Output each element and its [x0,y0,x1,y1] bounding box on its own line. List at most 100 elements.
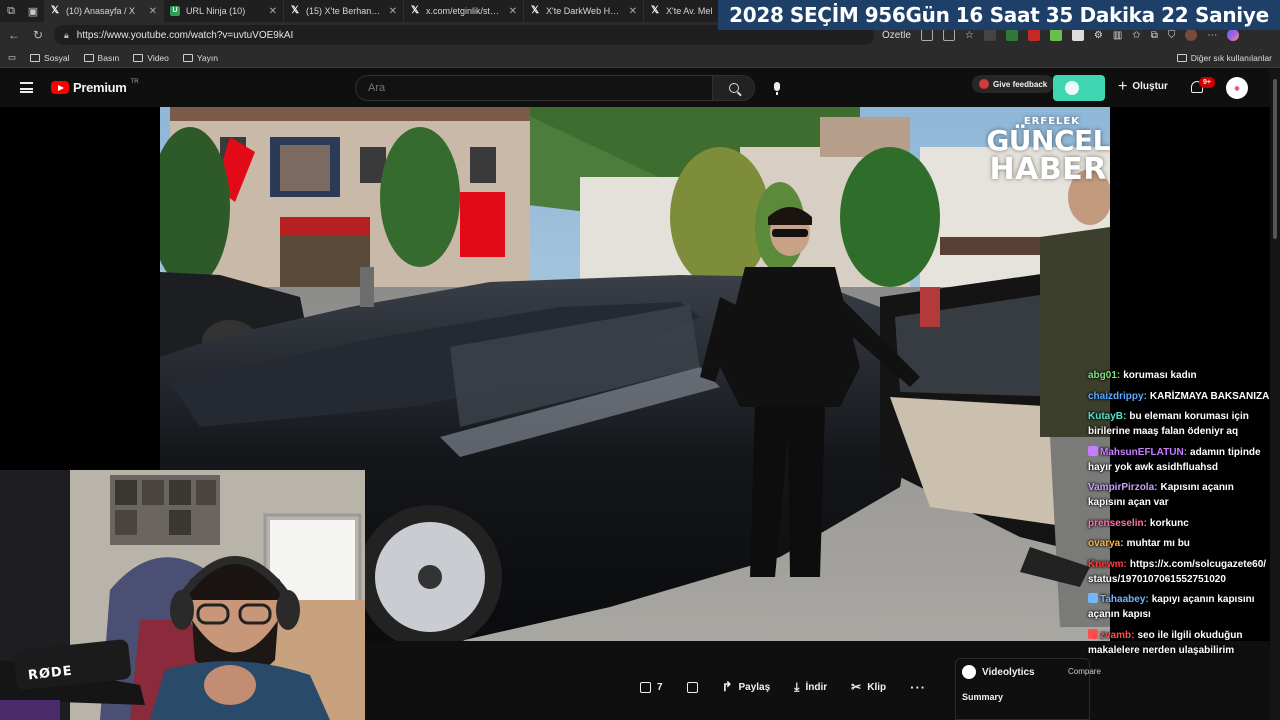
toggle-knob [1065,81,1079,95]
chat-username[interactable]: Knewm: [1088,559,1127,570]
more-options-icon[interactable]: ⋯ [1207,30,1217,41]
favorite-star-icon[interactable]: ☆ [965,30,974,41]
refresh-icon[interactable]: ↻ [30,28,46,42]
browser-tab[interactable]: U URL Ninja (10) ✕ [164,0,284,22]
split-view-icon[interactable]: ▥ [1113,30,1122,41]
split-screen-icon[interactable] [942,29,955,41]
bookmark-manager-icon[interactable]: ▭ [8,52,16,63]
chat-username[interactable]: MahsunEFLATUN: [1100,447,1187,458]
chat-message: KutayB: bu elemanı koruması için birileri… [1088,409,1270,439]
other-bookmarks-folder[interactable]: Diğer sık kullanılanlar [1176,53,1272,63]
chat-username[interactable]: zvamb: [1100,630,1134,641]
menu-icon[interactable] [20,82,33,93]
tab-actions-icon[interactable]: ▣ [22,0,44,22]
notification-badge: 9+ [1199,77,1215,88]
toggle-extension-button[interactable] [1053,75,1105,101]
extension-icon[interactable] [983,29,996,41]
chat-username[interactable]: abg01: [1088,370,1120,381]
browser-tab[interactable]: 𝕏 (15) X'te Berhan Simse ✕ [284,0,404,22]
watermark-line1: GÜNCEL [986,124,1110,157]
bookmark-folder-yayin[interactable]: Yayın [182,53,218,63]
account-avatar[interactable]: ◉ [1226,77,1248,99]
favorites-icon[interactable]: ✩ [1132,30,1140,41]
back-icon[interactable]: ← [6,28,22,42]
close-icon[interactable]: ✕ [629,6,637,17]
like-button[interactable]: 7 [640,681,663,693]
dislike-button[interactable] [686,681,698,693]
compare-button[interactable]: Compare [1068,667,1101,676]
bookmark-folder-video[interactable]: Video [133,53,169,63]
user-badge-icon [1088,593,1098,603]
shield-icon[interactable]: ⛉ [1168,30,1176,41]
chat-username[interactable]: prenseselin: [1088,518,1147,529]
folder-icon [1176,53,1187,62]
read-aloud-icon[interactable] [920,29,933,41]
youtube-logo[interactable]: Premium TR [51,79,139,95]
chat-message: zvamb: seo ile ilgili okuduğun makalelere… [1088,628,1270,658]
chat-message: prenseselin: korkunc [1088,516,1270,531]
download-button[interactable]: ⤓ İndir [794,681,828,693]
download-label: İndir [805,681,828,693]
bookmark-folder-sosyal[interactable]: Sosyal [30,53,70,63]
video-actions: 7 ↱ Paylaş ⤓ İndir ✂ Klip ··· [640,676,926,698]
chat-username[interactable]: Tahaabey: [1100,594,1149,605]
x-logo-icon: 𝕏 [530,5,540,16]
bookmark-label: Sosyal [44,52,70,63]
url-text: https://www.youtube.com/watch?v=uvtuVOE9… [76,29,294,41]
scrollbar-thumb[interactable] [1273,79,1277,239]
browser-tab[interactable]: 𝕏 x.com/etginlik/status/ ✕ [404,0,524,22]
chat-text: korkunc [1149,517,1189,529]
thumbs-up-icon [640,681,651,693]
share-label: Paylaş [738,681,771,693]
user-badge-icon [1088,445,1098,456]
tab-title: x.com/etginlik/status/ [426,6,503,16]
extensions-puzzle-icon[interactable]: ⚙ [1094,30,1103,41]
chat-message: chaizdrippy: KARİZMAYA BAKSANIZA [1088,389,1270,404]
more-actions-button[interactable]: ··· [910,680,926,695]
address-bar-actions: Özetle ☆ ⚙ ▥ ✩ ⧉ ⛉ ⋯ [882,29,1240,41]
search-icon [728,83,739,93]
close-icon[interactable]: ✕ [389,6,397,17]
webcam-scene [0,470,365,720]
chat-message: ovarya: muhtar mı bu [1088,536,1270,551]
chat-username[interactable]: VampirPirzola: [1088,482,1157,493]
countdown-seconds: 22 Saniye [1161,3,1269,27]
countdown-year: 2028 [729,3,784,27]
extension-icon[interactable] [1005,29,1018,41]
copilot-icon[interactable] [1227,29,1240,41]
page-scrollbar[interactable] [1270,69,1280,720]
browser-tab[interactable]: 𝕏 (10) Anasayfa / X ✕ [44,0,164,22]
share-button[interactable]: ↱ Paylaş [722,680,771,693]
search-input[interactable] [356,82,712,94]
chat-message: MahsunEFLATUN: adamın tipinde hayır yok a… [1088,445,1270,475]
chat-username[interactable]: KutayB: [1088,411,1126,422]
tab-title: X'te DarkWeb Haber: [546,6,623,16]
clip-button[interactable]: ✂ Klip [851,681,886,693]
profile-avatar[interactable] [1185,29,1198,41]
microphone-icon[interactable] [774,82,780,95]
tab-title: URL Ninja (10) [186,6,246,16]
folder-icon [133,53,144,62]
create-button[interactable]: + Oluştur [1118,78,1168,94]
close-icon[interactable]: ✕ [149,6,157,17]
bookmark-folder-basin[interactable]: Basın [83,53,119,63]
collections-icon[interactable]: ⧉ [1151,30,1158,41]
give-feedback-button[interactable]: Give feedback [972,75,1055,93]
extension-icon[interactable] [1049,29,1062,41]
browser-tab[interactable]: 𝕏 X'te DarkWeb Haber: ✕ [524,0,644,22]
extension-icon[interactable] [1027,29,1040,41]
tab-title: (15) X'te Berhan Simse [306,6,383,16]
extension-icon[interactable] [1071,29,1084,41]
user-badge-icon [1088,628,1098,639]
countdown-hours-unit: Saat [989,3,1040,27]
chat-username[interactable]: ovarya: [1088,538,1124,549]
close-icon[interactable]: ✕ [269,6,277,17]
close-icon[interactable]: ✕ [509,6,517,17]
chat-username[interactable]: chaizdrippy: [1088,391,1147,402]
chat-message: abg01: koruması kadın [1088,368,1270,383]
live-chat-overlay: abg01: koruması kadın chaizdrippy: KARİZMAY… [1088,368,1270,663]
countdown-minutes-value: 35 [1045,3,1074,27]
workspaces-icon[interactable]: ⧉ [0,0,22,22]
summarize-button[interactable]: Özetle [882,30,911,41]
search-button[interactable] [712,76,754,100]
